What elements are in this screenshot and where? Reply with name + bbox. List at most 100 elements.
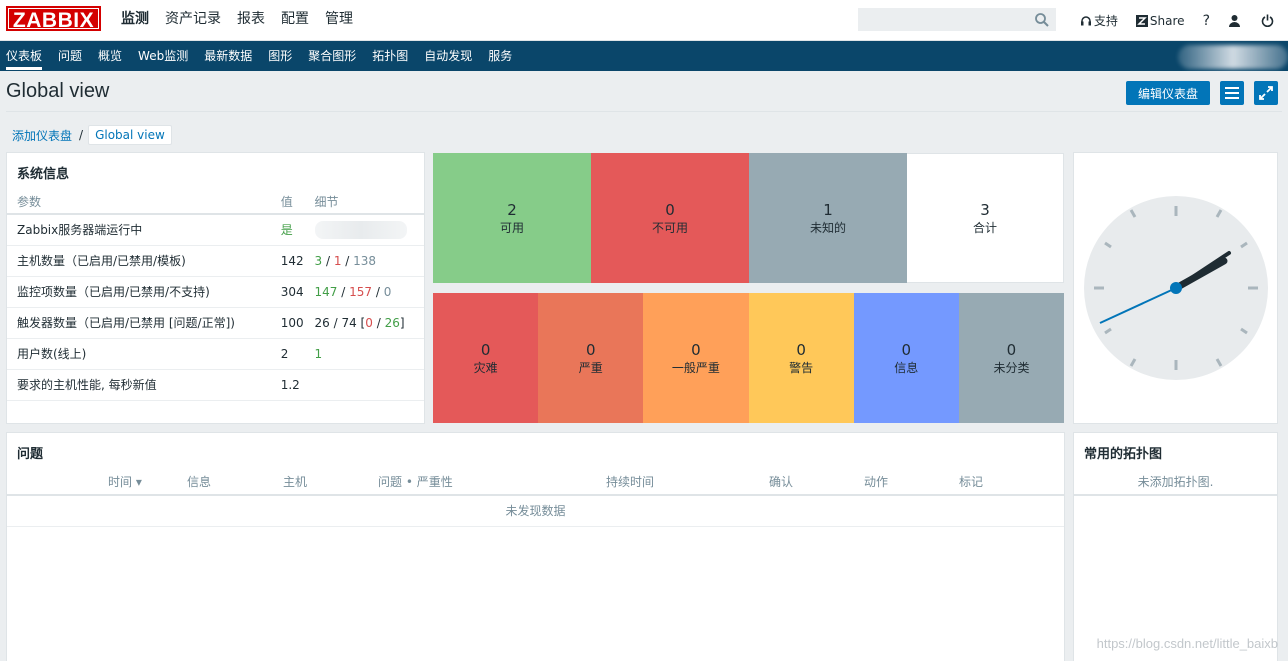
trigger-counts: 26 / 74 [ — [314, 316, 366, 330]
menu-configuration[interactable]: 配置 — [273, 0, 317, 41]
edit-dashboard-button[interactable]: 编辑仪表盘 — [1126, 81, 1210, 105]
submenu-maps[interactable]: 拓扑图 — [366, 41, 414, 71]
col-duration: 持续时间 — [606, 475, 655, 489]
value-cell: 1.2 — [280, 378, 300, 392]
search-box — [858, 8, 1056, 31]
severity-warning-cell[interactable]: 0 警告 — [748, 293, 854, 423]
share-z-icon — [1135, 14, 1148, 27]
widget-title: 常用的拓扑图 — [1084, 447, 1163, 462]
top-bar: ZABBIX 监测 资产记录 报表 配置 管理 支持 Share ? — [0, 0, 1288, 41]
power-icon — [1261, 14, 1274, 27]
host-availability-widget: 2 可用 0 不可用 1 未知的 3 合计 — [433, 153, 1064, 283]
breadcrumb-separator: / — [79, 128, 84, 142]
details-cell — [315, 370, 424, 400]
search-input[interactable] — [859, 9, 1029, 30]
host-total-cell[interactable]: 3 合计 — [907, 153, 1064, 283]
param-cell: 要求的主机性能, 每秒新值 — [17, 378, 157, 392]
submenu-overview[interactable]: 概览 — [92, 41, 128, 71]
param-cell: Zabbix服务器端运行中 — [17, 223, 143, 237]
host-unknown-cell[interactable]: 1 未知的 — [749, 153, 907, 283]
problems-table-header: 时间 ▾ 信息 主机 问题 • 严重性 持续时间 确认 动作 标记 — [7, 469, 1064, 496]
signout-link[interactable] — [1261, 14, 1276, 27]
param-cell: 用户数(线上) — [17, 347, 87, 361]
col-tags: 标记 — [959, 475, 984, 489]
support-label: 支持 — [1093, 14, 1118, 28]
support-link[interactable]: 支持 — [1080, 12, 1118, 29]
menu-reports[interactable]: 报表 — [229, 0, 273, 41]
col-problem-severity: 问题 • 严重性 — [378, 475, 453, 489]
submenu-latest-data[interactable]: 最新数据 — [198, 41, 258, 71]
severity-high-cell[interactable]: 0 严重 — [538, 293, 644, 423]
no-data-message: 未发现数据 — [7, 496, 1064, 527]
host-unknown-count: 1 — [823, 200, 833, 219]
disabled-count: 157 — [349, 285, 373, 299]
value-cell: 142 — [280, 254, 304, 268]
severity-average-cell[interactable]: 0 一般严重 — [643, 293, 749, 423]
table-row: 用户数(线上) 2 1 — [7, 339, 424, 370]
breadcrumb-dashboards[interactable]: 添加仪表盘 — [6, 127, 78, 144]
submenu-discovery[interactable]: 自动发现 — [418, 41, 478, 71]
menu-administration[interactable]: 管理 — [317, 0, 361, 41]
problems-widget: 问题 时间 ▾ 信息 主机 问题 • 严重性 持续时间 确认 动作 标记 未发现… — [6, 432, 1065, 661]
header-divider — [6, 111, 1282, 112]
param-cell: 主机数量（已启用/已禁用/模板) — [17, 254, 186, 268]
value-cell: 100 — [280, 316, 304, 330]
menu-icon — [1225, 87, 1239, 99]
profile-link[interactable] — [1228, 14, 1243, 27]
menu-monitoring[interactable]: 监测 — [113, 0, 157, 41]
online-count: 1 — [314, 347, 323, 361]
severity-not-classified-cell[interactable]: 0 未分类 — [958, 293, 1065, 423]
host-unavailable-label: 不可用 — [651, 220, 688, 235]
submenu-dashboard[interactable]: 仪表板 — [0, 41, 48, 71]
col-param: 参数 — [17, 195, 42, 209]
dashboard-actions-button[interactable] — [1220, 81, 1244, 105]
no-maps-message: 未添加拓扑图. — [1074, 469, 1277, 496]
severity-label: 灾难 — [473, 360, 498, 375]
severity-label: 未分类 — [993, 360, 1030, 375]
menu-inventory[interactable]: 资产记录 — [157, 0, 229, 41]
blurred-username — [1178, 45, 1288, 69]
system-info-table: 参数 值 细节 Zabbix服务器端运行中 是 主机数量（已启用/已禁用/模板)… — [7, 189, 424, 401]
submenu-problems[interactable]: 问题 — [52, 41, 88, 71]
severity-disaster-cell[interactable]: 0 灾难 — [433, 293, 539, 423]
details-cell: 26 / 74 [0 / 26] — [314, 316, 405, 330]
watermark: https://blog.csdn.net/little_baixb — [1096, 636, 1278, 651]
fullscreen-icon — [1259, 86, 1273, 100]
breadcrumb-current[interactable]: Global view — [88, 125, 172, 145]
host-total-count: 3 — [980, 200, 990, 219]
system-info-widget: 系统信息 参数 值 细节 Zabbix服务器端运行中 是 主机数量（已启用/已禁… — [6, 152, 425, 424]
submenu-web[interactable]: Web监测 — [132, 41, 194, 71]
widget-title: 问题 — [17, 447, 44, 462]
severity-label: 警告 — [789, 360, 814, 375]
headset-icon — [1080, 15, 1091, 25]
host-available-count: 2 — [507, 200, 517, 219]
search-icon[interactable] — [1034, 12, 1050, 28]
share-link[interactable]: Share — [1135, 14, 1185, 28]
col-time[interactable]: 时间 ▾ — [108, 469, 142, 496]
param-cell: 监控项数量（已启用/已禁用/不支持) — [17, 285, 210, 299]
zabbix-logo[interactable]: ZABBIX — [6, 6, 101, 32]
favourite-maps-widget: 常用的拓扑图 未添加拓扑图. — [1073, 432, 1278, 661]
clock-widget — [1073, 152, 1278, 424]
value-cell: 304 — [280, 285, 304, 299]
host-available-label: 可用 — [499, 220, 524, 235]
details-cell: 147 / 157 / 0 — [314, 285, 392, 299]
severity-label: 信息 — [894, 360, 919, 375]
kiosk-mode-button[interactable] — [1254, 81, 1278, 105]
col-value: 值 — [280, 195, 293, 209]
table-header: 参数 值 细节 — [7, 189, 424, 215]
submenu-services[interactable]: 服务 — [482, 41, 518, 71]
widget-title: 系统信息 — [17, 167, 70, 182]
host-unavailable-cell[interactable]: 0 不可用 — [591, 153, 749, 283]
template-count: 138 — [353, 254, 377, 268]
severity-count: 0 — [796, 340, 806, 359]
col-details: 细节 — [314, 195, 339, 209]
severity-information-cell[interactable]: 0 信息 — [853, 293, 959, 423]
severity-count: 0 — [480, 340, 491, 359]
submenu-graphs[interactable]: 图形 — [262, 41, 298, 71]
col-info: 信息 — [187, 475, 212, 489]
help-link[interactable]: ? — [1203, 13, 1210, 29]
host-unavailable-count: 0 — [665, 200, 675, 219]
submenu-screens[interactable]: 聚合图形 — [302, 41, 362, 71]
host-available-cell[interactable]: 2 可用 — [433, 153, 591, 283]
